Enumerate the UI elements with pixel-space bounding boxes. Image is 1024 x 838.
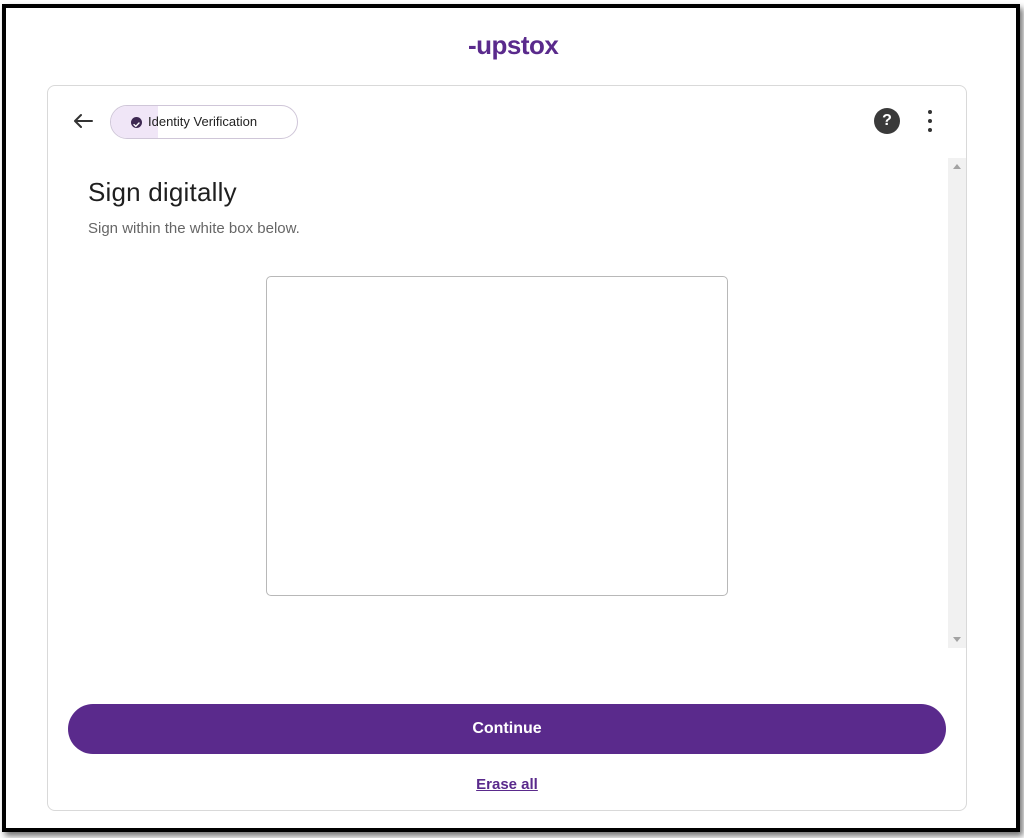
check-circle-icon — [131, 117, 142, 128]
erase-all-container: Erase all — [48, 776, 966, 794]
scroll-up-arrow-icon[interactable] — [953, 164, 961, 169]
upstox-logo: -upstox — [468, 30, 559, 60]
question-circle-icon: ? — [882, 112, 892, 129]
signature-card: Identity Verification ? Sign digitally S… — [47, 85, 967, 811]
help-button[interactable]: ? — [874, 108, 900, 134]
continue-button[interactable]: Continue — [68, 704, 946, 754]
step-label: Identity Verification — [148, 114, 258, 129]
page-subtitle: Sign within the white box below. — [88, 220, 300, 237]
back-button[interactable] — [70, 108, 96, 134]
more-menu-button[interactable] — [922, 110, 938, 134]
logo-text: upstox — [476, 30, 559, 60]
arrow-left-icon — [74, 114, 93, 128]
erase-all-link[interactable]: Erase all — [476, 776, 538, 793]
step-indicator: Identity Verification — [110, 105, 298, 139]
content-scroll-area[interactable]: Sign digitally Sign within the white box… — [48, 158, 966, 648]
signature-pad[interactable] — [266, 276, 728, 596]
more-vertical-icon — [928, 110, 932, 114]
vertical-scrollbar[interactable] — [948, 158, 966, 648]
scroll-down-arrow-icon[interactable] — [953, 637, 961, 642]
page-title: Sign digitally — [88, 177, 237, 207]
screenshot-frame: -upstox Identity Verification ? Sign dig… — [2, 4, 1020, 832]
